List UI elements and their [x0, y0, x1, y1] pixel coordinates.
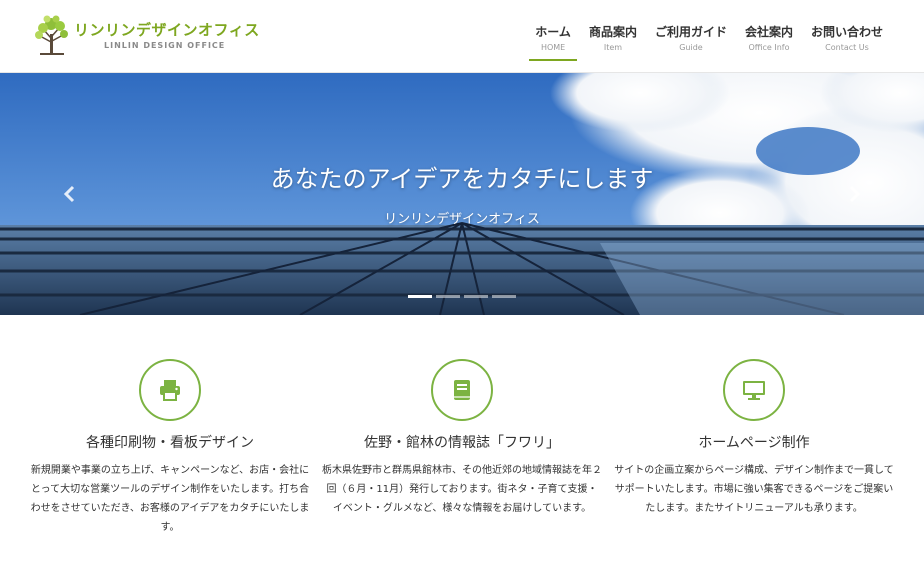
service-title: 佐野・館林の情報誌「フワリ」 [364, 435, 560, 451]
carousel-indicator[interactable] [408, 295, 432, 298]
site-logo[interactable]: リンリンデザインオフィス LINLIN DESIGN OFFICE [34, 14, 264, 58]
service-title: ホームページ制作 [698, 435, 810, 451]
carousel-indicator[interactable] [436, 295, 460, 298]
nav-item-item[interactable]: 商品案内 Item [580, 0, 646, 73]
hero-title: あなたのアイデアをカタチにします [270, 165, 654, 193]
carousel-indicator[interactable] [492, 295, 516, 298]
main-nav: ホーム HOME 商品案内 Item ご利用ガイド Guide 会社案内 Off… [526, 0, 892, 73]
hero-subtitle: リンリンデザインオフィス [384, 212, 540, 227]
nav-label: ご利用ガイド [654, 25, 727, 39]
brand-tagline: LINLIN DESIGN OFFICE [104, 41, 226, 50]
hero-background-image [0, 73, 924, 315]
nav-sublabel: HOME [540, 43, 566, 52]
nav-item-home[interactable]: ホーム HOME [526, 0, 580, 73]
service-icon-circle [723, 359, 785, 421]
carousel-indicator[interactable] [464, 295, 488, 298]
nav-item-contact[interactable]: お問い合わせ Contact Us [802, 0, 892, 73]
nav-sublabel: Item [603, 43, 623, 52]
printer-icon [160, 380, 180, 401]
monitor-icon [743, 381, 765, 400]
chevron-left-icon[interactable] [60, 184, 80, 204]
nav-item-office-info[interactable]: 会社案内 Office Info [736, 0, 802, 73]
tree-logo-icon [35, 15, 68, 55]
carousel-indicators [408, 295, 516, 298]
service-description: サイトの企画立案からページ構成、デザイン制作まで一貫してサポートいたします。市場… [614, 465, 894, 514]
chevron-right-icon[interactable] [844, 184, 864, 204]
nav-label: 会社案内 [744, 25, 793, 39]
service-description: 新規開業や事業の立ち上げ、キャンペーンなど、お店・会社にとって大切な営業ツールの… [30, 465, 310, 533]
service-description: 栃木県佐野市と群馬県館林市、その他近郊の地域情報誌を年２回（６月・11月）発行し… [322, 465, 602, 514]
nav-item-guide[interactable]: ご利用ガイド Guide [646, 0, 736, 73]
nav-label: お問い合わせ [810, 25, 883, 39]
nav-label: ホーム [535, 25, 571, 39]
nav-sublabel: Office Info [748, 43, 790, 52]
service-title: 各種印刷物・看板デザイン [86, 435, 254, 451]
site-header: リンリンデザインオフィス LINLIN DESIGN OFFICE ホーム HO… [0, 0, 924, 73]
service-icon-circle [139, 359, 201, 421]
brand-name: リンリンデザインオフィス [74, 21, 260, 39]
book-icon [454, 380, 470, 400]
services-section: 各種印刷物・看板デザイン 新規開業や事業の立ち上げ、キャンペーンなど、お店・会社… [0, 315, 924, 578]
nav-label: 商品案内 [588, 25, 637, 39]
hero-carousel: あなたのアイデアをカタチにします リンリンデザインオフィス [0, 73, 924, 315]
service-icon-circle [431, 359, 493, 421]
nav-sublabel: Guide [679, 43, 703, 52]
nav-sublabel: Contact Us [825, 43, 869, 52]
